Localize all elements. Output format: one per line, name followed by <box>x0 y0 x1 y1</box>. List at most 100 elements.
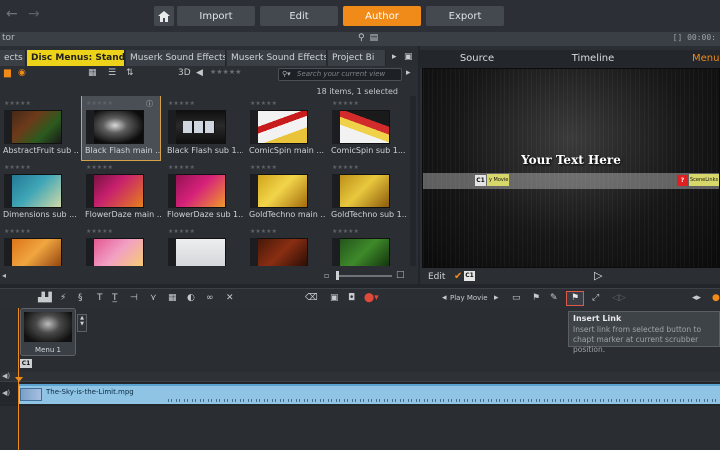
play-icon[interactable]: ▷ <box>594 269 602 282</box>
list-item[interactable]: ★★★★★ Dimensions sub ... <box>0 160 78 224</box>
rating-stars[interactable]: ★★★★★ <box>4 164 31 171</box>
tab-source[interactable]: Source <box>420 50 534 68</box>
list-item[interactable]: ★★★★★ <box>246 224 324 266</box>
menu-title-text[interactable]: Your Text Here <box>423 153 719 167</box>
marker-red-icon[interactable]: ⬤▾ <box>364 293 379 303</box>
watch-icon[interactable]: ◉ <box>18 68 26 78</box>
thumbnail-size-slider[interactable] <box>336 271 392 280</box>
menu-button-text-2[interactable]: SceneLinks <box>690 177 718 183</box>
record-icon[interactable]: ● <box>712 293 720 303</box>
menu-link-icon[interactable]: ⚑ <box>532 293 540 303</box>
thumb-size-large-icon[interactable]: □ <box>396 270 405 280</box>
scroll-left-icon[interactable]: ◂ <box>2 271 6 280</box>
menu-button-chapter-marker[interactable]: C1 <box>475 175 486 186</box>
rating-stars[interactable]: ★★★★★ <box>168 228 195 235</box>
tab-disc-menus-standard[interactable]: Disc Menus: Standard × <box>27 50 125 66</box>
list-item[interactable]: ★★★★★ ComicSpin main ... <box>246 96 324 160</box>
rating-stars[interactable]: ★★★★★ <box>168 100 195 107</box>
menu-arrows[interactable]: ▲ ▼ <box>77 314 87 332</box>
list-item[interactable]: ★★★★★ <box>0 224 78 266</box>
collapse-icon[interactable]: ▤ <box>370 33 384 43</box>
volume-icon[interactable]: ⊣ <box>130 293 138 303</box>
list-item[interactable]: ★★★★★ Black Flash sub 1... <box>164 96 243 160</box>
tab-menu[interactable]: Menu <box>692 50 720 68</box>
list-item[interactable]: ★★★★★ <box>164 224 242 266</box>
home-button[interactable] <box>154 6 174 26</box>
view-3d-toggle[interactable]: 3D <box>178 68 191 78</box>
rating-stars[interactable]: ★★★★★ <box>250 100 277 107</box>
link-icon[interactable]: ∞ <box>206 293 214 303</box>
tab-scroll-right-icon[interactable]: ▸ <box>392 52 397 62</box>
speaker-icon[interactable]: ◀) <box>2 372 10 380</box>
search-options-icon[interactable]: ▸ <box>406 68 411 78</box>
sort-icon[interactable]: ⇅ <box>126 68 134 78</box>
list-item[interactable]: ★★★★★ FlowerDaze main ... <box>82 160 161 224</box>
rating-stars[interactable]: ★★★★★ <box>332 164 359 171</box>
back-arrow-icon[interactable]: ← <box>6 6 18 22</box>
rating-stars[interactable]: ★★★★★ <box>250 228 277 235</box>
list-item[interactable]: ★★★★★ GoldTechno main ... <box>246 160 325 224</box>
color-icon[interactable]: ◐ <box>187 293 195 303</box>
audio-mixer-icon[interactable]: ▟▟ <box>38 293 52 303</box>
rating-stars[interactable]: ★★★★★ <box>86 164 113 171</box>
play-movie-next-icon[interactable]: ▸ <box>494 293 499 303</box>
tab-muserk-sound-effects-2[interactable]: Muserk Sound Effects:... <box>227 50 327 66</box>
timeline-ruler[interactable]: ◀) <box>0 372 720 382</box>
insert-link-button[interactable]: ⚑ <box>566 291 584 306</box>
audio-clip[interactable]: The-Sky-is-the-Limit.mpg <box>18 384 720 404</box>
list-item[interactable]: ★★★★★ AbstractFruit sub ... <box>0 96 79 160</box>
screen-icon[interactable]: ▭ <box>512 293 521 303</box>
rating-stars[interactable]: ★★★★★ <box>250 164 277 171</box>
library-scrollbar[interactable] <box>410 96 416 266</box>
edit-mode-button[interactable]: Edit <box>260 6 338 26</box>
speed-icon[interactable]: § <box>78 293 83 303</box>
chapter-icon[interactable]: ✎ <box>550 293 558 303</box>
track-speaker-icon[interactable]: ◀) <box>2 389 10 397</box>
rating-stars[interactable]: ★★★★★ <box>168 164 195 171</box>
empty-track-area[interactable] <box>0 406 720 450</box>
author-mode-button[interactable]: Author <box>343 6 421 26</box>
rating-stars[interactable]: ★★★★★ <box>86 100 113 107</box>
subtitle-icon[interactable]: T̲ <box>112 293 118 303</box>
list-view-icon[interactable]: ☰ <box>108 68 116 78</box>
menu-button-red-marker[interactable]: ? <box>677 175 688 186</box>
tab-effects[interactable]: ects <box>0 50 26 66</box>
trash-icon[interactable]: ⌫ <box>305 293 318 303</box>
menu-thumbnail[interactable]: Menu 1 ▲ ▼ <box>20 308 87 356</box>
title-icon[interactable]: T <box>97 293 103 303</box>
list-item[interactable]: ★★★★★ Black Flash main ... ⓘ <box>81 96 161 161</box>
tab-muserk-sound-effects-1[interactable]: Muserk Sound Effects:... <box>126 50 226 66</box>
list-item[interactable]: ★★★★★ FlowerDaze sub 1... <box>164 160 243 224</box>
tag-icon[interactable]: ◀ <box>196 68 203 78</box>
tab-project-bin[interactable]: Project Bi <box>328 50 386 66</box>
slider-knob[interactable] <box>336 271 339 280</box>
list-item[interactable]: ★★★★★ ComicSpin sub 1... <box>328 96 406 160</box>
scrubber-handle[interactable] <box>15 377 23 382</box>
import-mode-button[interactable]: Import <box>177 6 255 26</box>
list-item[interactable]: ★★★★★ GoldTechno sub 1... <box>328 160 407 224</box>
rating-stars[interactable]: ★★★★★ <box>4 228 31 235</box>
rating-stars[interactable]: ★★★★★ <box>4 100 31 107</box>
grid-view-icon[interactable]: ▦ <box>88 68 97 78</box>
storyboard-icon[interactable]: ▦ <box>168 293 177 303</box>
rating-stars[interactable]: ★★★★★ <box>332 228 359 235</box>
pin-icon[interactable]: ⚲ <box>358 33 370 43</box>
remove-link-icon[interactable]: ⤢ <box>592 293 599 303</box>
tab-timeline[interactable]: Timeline <box>536 50 650 68</box>
thumb-size-small-icon[interactable]: ▫ <box>324 271 329 280</box>
rating-stars[interactable]: ★★★★★ <box>86 228 113 235</box>
list-item[interactable]: ★★★★★ <box>82 224 160 266</box>
edit-label[interactable]: Edit <box>428 272 445 282</box>
rating-stars[interactable]: ★★★★★ <box>332 100 359 107</box>
checkmark-icon[interactable]: ✔ <box>454 271 462 282</box>
play-movie-arrow-icon[interactable]: ◂ <box>442 293 447 303</box>
info-icon[interactable]: ⓘ <box>146 99 153 109</box>
play-movie-label[interactable]: Play Movie <box>450 294 488 302</box>
clipboard-icon[interactable]: ▣ <box>330 293 339 303</box>
rating-filter-stars[interactable]: ★★★★★ <box>210 68 241 76</box>
list-item[interactable]: ★★★★★ <box>328 224 406 266</box>
search-input[interactable]: ⚲▾ Search your current view <box>278 68 402 81</box>
marker-icon[interactable]: ⋎ <box>150 293 157 303</box>
tab-menu-icon[interactable]: ▣ <box>404 52 413 62</box>
menu-button-text[interactable]: y Movie <box>489 177 508 183</box>
